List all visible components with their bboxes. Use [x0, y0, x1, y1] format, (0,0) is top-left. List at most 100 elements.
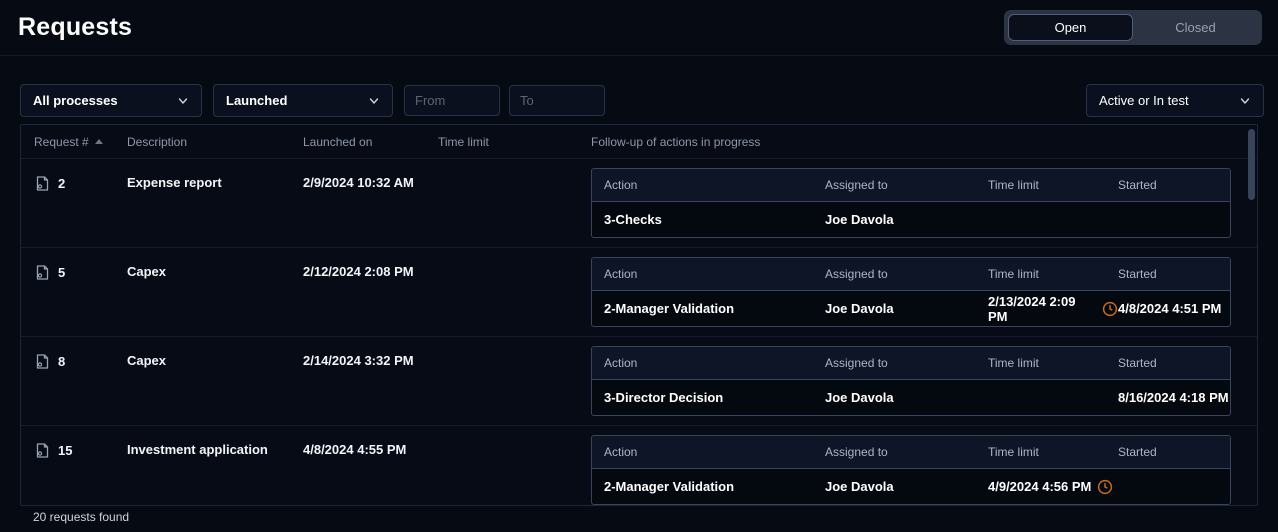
request-number-cell[interactable]: 15 [34, 426, 127, 459]
sub-column-assigned-to: Assigned to [825, 267, 988, 281]
process-instance-icon [34, 442, 51, 459]
action-name: 3-Checks [604, 212, 825, 227]
sub-column-started: Started [1118, 356, 1230, 370]
sub-column-assigned-to: Assigned to [825, 445, 988, 459]
date-field-filter-value: Launched [226, 93, 287, 108]
from-date-input[interactable] [415, 93, 489, 108]
sub-column-time-limit: Time limit [988, 356, 1118, 370]
to-date-input[interactable] [520, 93, 594, 108]
request-number: 8 [58, 354, 65, 369]
column-header-launched-on[interactable]: Launched on [303, 135, 438, 149]
action-row[interactable]: 3-Director Decision Joe Davola 8/16/2024… [592, 380, 1230, 415]
request-time-limit [438, 248, 591, 264]
request-time-limit [438, 337, 591, 353]
sub-column-time-limit: Time limit [988, 445, 1118, 459]
actions-subtable-body: 3-Checks Joe Davola [592, 202, 1230, 237]
process-instance-icon [34, 175, 51, 192]
action-assigned-to: Joe Davola [825, 479, 988, 494]
process-filter-select[interactable]: All processes [20, 84, 202, 117]
request-number: 2 [58, 176, 65, 191]
action-name: 2-Manager Validation [604, 301, 825, 316]
requests-table: Request # Description Launched on Time l… [20, 124, 1258, 506]
from-date-field-wrap [404, 85, 500, 116]
request-launched-on: 2/12/2024 2:08 PM [303, 248, 438, 279]
column-header-follow-up[interactable]: Follow-up of actions in progress [591, 135, 1257, 149]
actions-subtable-header: Action Assigned to Time limit Started [592, 347, 1230, 380]
sub-column-assigned-to: Assigned to [825, 178, 988, 192]
requests-table-header: Request # Description Launched on Time l… [21, 125, 1257, 158]
request-launched-on: 2/9/2024 10:32 AM [303, 159, 438, 190]
page-header: Requests Open Closed [0, 0, 1278, 56]
sort-ascending-icon [95, 139, 103, 144]
sub-column-started: Started [1118, 267, 1230, 281]
sub-column-action: Action [604, 267, 825, 281]
request-launched-on: 2/14/2024 3:32 PM [303, 337, 438, 368]
action-row[interactable]: 2-Manager Validation Joe Davola 2/13/202… [592, 291, 1230, 326]
requests-table-body: 2 Expense report 2/9/2024 10:32 AM Actio… [21, 158, 1257, 506]
results-count: 20 requests found [33, 510, 129, 524]
process-filter-value: All processes [33, 93, 118, 108]
sub-column-started: Started [1118, 178, 1230, 192]
sub-column-action: Action [604, 445, 825, 459]
filter-bar: All processes Launched Active or In test [0, 56, 1278, 124]
actions-subtable: Action Assigned to Time limit Started 3-… [591, 346, 1231, 416]
toggle-open-button[interactable]: Open [1008, 14, 1133, 41]
chevron-down-icon [368, 95, 380, 107]
overdue-clock-icon [1097, 479, 1113, 495]
actions-subtable: Action Assigned to Time limit Started 2-… [591, 257, 1231, 327]
request-description: Capex [127, 337, 303, 368]
request-description: Investment application [127, 426, 303, 457]
table-row[interactable]: 15 Investment application 4/8/2024 4:55 … [21, 425, 1257, 506]
scrollbar-thumb[interactable] [1248, 129, 1255, 200]
request-description: Capex [127, 248, 303, 279]
status-filter-select[interactable]: Active or In test [1086, 84, 1264, 117]
request-number: 5 [58, 265, 65, 280]
action-time-limit: 2/13/2024 2:09 PM [988, 294, 1096, 324]
request-number-cell[interactable]: 2 [34, 159, 127, 192]
sub-column-action: Action [604, 178, 825, 192]
open-closed-toggle: Open Closed [1004, 10, 1262, 45]
to-date-field-wrap [509, 85, 605, 116]
action-row[interactable]: 2-Manager Validation Joe Davola 4/9/2024… [592, 469, 1230, 504]
date-field-filter-select[interactable]: Launched [213, 84, 393, 117]
chevron-down-icon [1239, 95, 1251, 107]
chevron-down-icon [177, 95, 189, 107]
vertical-scrollbar[interactable] [1247, 126, 1255, 504]
table-row[interactable]: 5 Capex 2/12/2024 2:08 PM Action Assigne… [21, 247, 1257, 336]
action-row[interactable]: 3-Checks Joe Davola [592, 202, 1230, 237]
action-name: 3-Director Decision [604, 390, 825, 405]
actions-subtable-header: Action Assigned to Time limit Started [592, 436, 1230, 469]
column-header-request-number[interactable]: Request # [34, 135, 127, 149]
actions-subtable-header: Action Assigned to Time limit Started [592, 169, 1230, 202]
request-time-limit [438, 426, 591, 442]
request-launched-on: 4/8/2024 4:55 PM [303, 426, 438, 457]
action-assigned-to: Joe Davola [825, 390, 988, 405]
request-number-cell[interactable]: 5 [34, 248, 127, 281]
table-row[interactable]: 8 Capex 2/14/2024 3:32 PM Action Assigne… [21, 336, 1257, 425]
actions-subtable-header: Action Assigned to Time limit Started [592, 258, 1230, 291]
actions-subtable-body: 2-Manager Validation Joe Davola 4/9/2024… [592, 469, 1230, 504]
action-assigned-to: Joe Davola [825, 301, 988, 316]
request-description: Expense report [127, 159, 303, 190]
status-filter-value: Active or In test [1099, 93, 1189, 108]
action-started: 4/8/2024 4:51 PM [1118, 301, 1230, 316]
sub-column-assigned-to: Assigned to [825, 356, 988, 370]
process-instance-icon [34, 353, 51, 370]
request-time-limit [438, 159, 591, 175]
table-row[interactable]: 2 Expense report 2/9/2024 10:32 AM Actio… [21, 158, 1257, 247]
sub-column-time-limit: Time limit [988, 178, 1118, 192]
column-header-time-limit[interactable]: Time limit [438, 135, 591, 149]
request-number: 15 [58, 443, 72, 458]
toggle-closed-button[interactable]: Closed [1133, 14, 1258, 41]
action-started: 8/16/2024 4:18 PM [1118, 390, 1230, 405]
actions-subtable-body: 2-Manager Validation Joe Davola 2/13/202… [592, 291, 1230, 326]
sub-column-started: Started [1118, 445, 1230, 459]
request-number-cell[interactable]: 8 [34, 337, 127, 370]
overdue-clock-icon [1102, 301, 1118, 317]
actions-subtable: Action Assigned to Time limit Started 2-… [591, 435, 1231, 505]
sub-column-time-limit: Time limit [988, 267, 1118, 281]
column-header-description[interactable]: Description [127, 135, 303, 149]
actions-subtable-body: 3-Director Decision Joe Davola 8/16/2024… [592, 380, 1230, 415]
process-instance-icon [34, 264, 51, 281]
sub-column-action: Action [604, 356, 825, 370]
